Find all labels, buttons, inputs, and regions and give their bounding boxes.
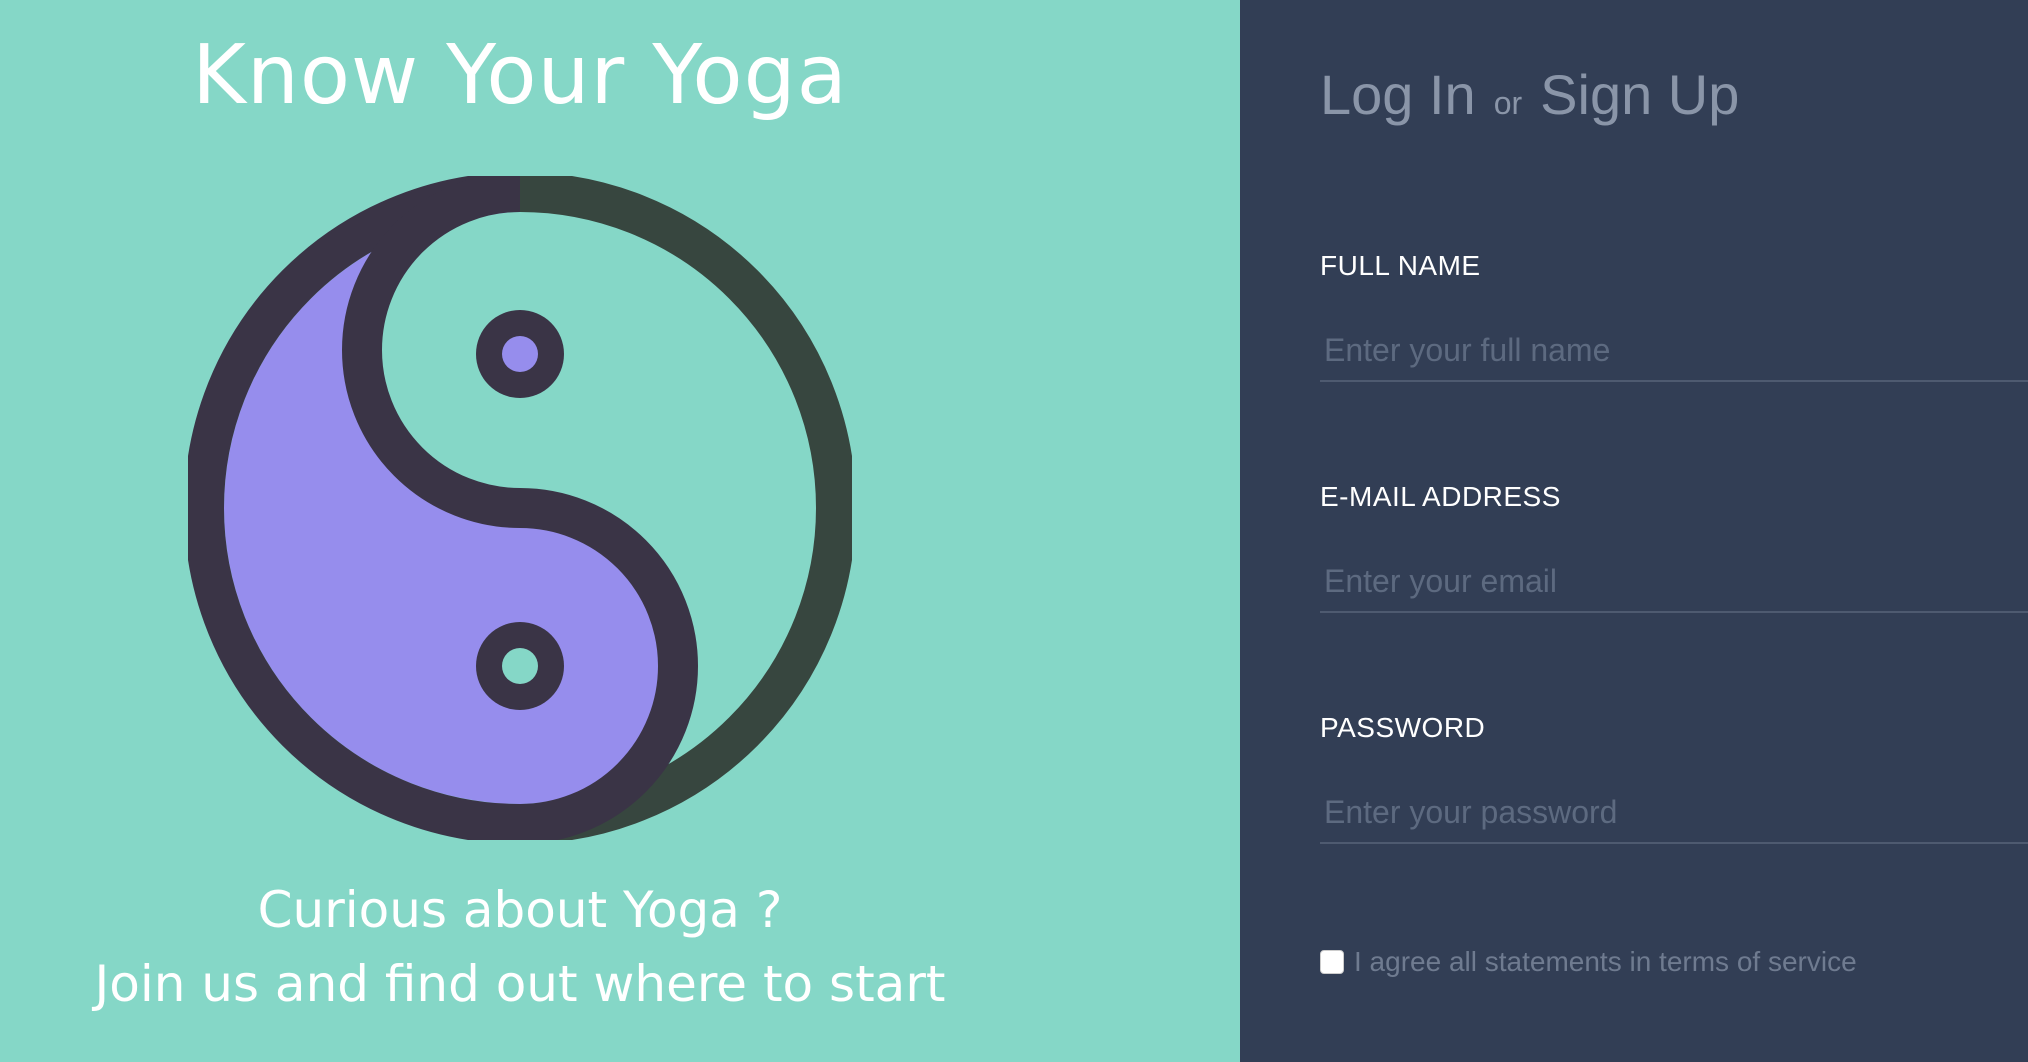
brand-title: Know Your Yoga bbox=[192, 28, 848, 123]
terms-checkbox[interactable] bbox=[1320, 950, 1344, 974]
signup-page: Know Your Yoga Curious about Yoga ? Join… bbox=[0, 0, 2028, 1062]
password-label: PASSWORD bbox=[1320, 712, 1486, 743]
signup-link[interactable]: Sign Up bbox=[1540, 63, 1739, 126]
login-link[interactable]: Log In bbox=[1320, 63, 1476, 126]
email-label: E-MAIL ADDRESS bbox=[1320, 481, 1561, 512]
terms-label[interactable]: I agree all statements in terms of servi… bbox=[1354, 946, 1857, 978]
or-separator: or bbox=[1493, 85, 1523, 121]
email-input[interactable] bbox=[1320, 551, 2028, 613]
full-name-input[interactable] bbox=[1320, 320, 2028, 382]
tagline-line-1: Curious about Yoga ? bbox=[257, 881, 783, 939]
password-input[interactable] bbox=[1320, 782, 2028, 844]
auth-panel: Log In or Sign Up FULL NAME E-MAIL ADDRESS… bbox=[1240, 0, 2028, 1062]
yin-yang-icon bbox=[188, 176, 852, 840]
tagline-line-2: Join us and find out where to start bbox=[94, 955, 946, 1013]
brand-panel: Know Your Yoga Curious about Yoga ? Join… bbox=[0, 0, 1240, 1062]
terms-row: I agree all statements in terms of servi… bbox=[1320, 946, 1857, 978]
auth-heading: Log In or Sign Up bbox=[1320, 62, 1739, 127]
full-name-label: FULL NAME bbox=[1320, 250, 1481, 281]
